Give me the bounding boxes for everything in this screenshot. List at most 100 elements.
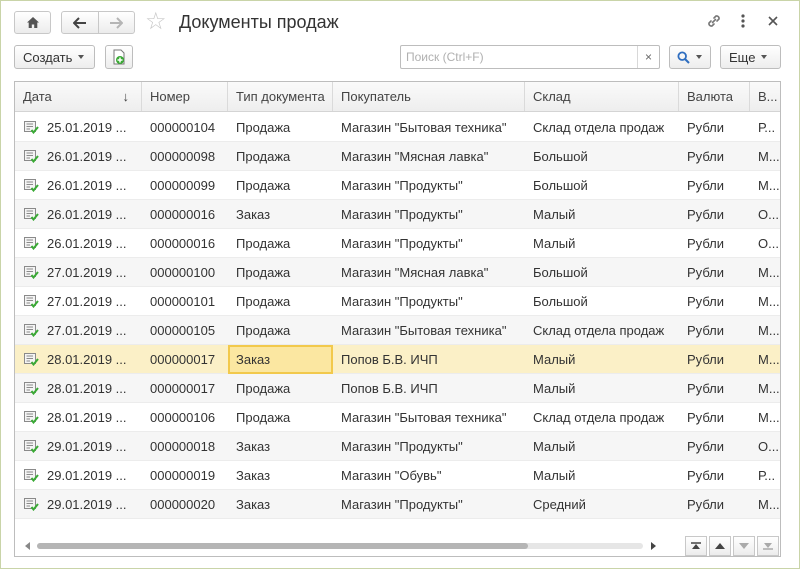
column-header-type[interactable]: Тип документа bbox=[228, 82, 333, 111]
column-header-number[interactable]: Номер bbox=[142, 82, 228, 111]
cell-currency[interactable]: Рубли bbox=[679, 403, 750, 432]
cell-type[interactable]: Заказ bbox=[228, 200, 333, 229]
cell-type[interactable]: Продажа bbox=[228, 403, 333, 432]
cell-extra[interactable]: М... bbox=[750, 345, 780, 374]
cell-type[interactable]: Продажа bbox=[228, 171, 333, 200]
cell-buyer[interactable]: Магазин "Продукты" bbox=[333, 490, 525, 519]
cell-number[interactable]: 000000104 bbox=[142, 113, 228, 142]
cell-currency[interactable]: Рубли bbox=[679, 461, 750, 490]
cell-warehouse[interactable]: Большой bbox=[525, 287, 679, 316]
cell-warehouse[interactable]: Склад отдела продаж bbox=[525, 113, 679, 142]
cell-number[interactable]: 000000019 bbox=[142, 461, 228, 490]
cell-buyer[interactable]: Попов Б.В. ИЧП bbox=[333, 345, 525, 374]
cell-type[interactable]: Заказ bbox=[228, 490, 333, 519]
cell-buyer[interactable]: Магазин "Бытовая техника" bbox=[333, 316, 525, 345]
table-row[interactable]: 28.01.2019 ... 000000017 Продажа Попов Б.В.… bbox=[15, 374, 780, 403]
cell-extra[interactable]: М... bbox=[750, 258, 780, 287]
cell-buyer[interactable]: Магазин "Продукты" bbox=[333, 171, 525, 200]
cell-number[interactable]: 000000020 bbox=[142, 490, 228, 519]
cell-type[interactable]: Продажа bbox=[228, 142, 333, 171]
cell-type[interactable]: Продажа bbox=[228, 287, 333, 316]
cell-warehouse[interactable]: Большой bbox=[525, 258, 679, 287]
column-header-extra[interactable]: В... bbox=[750, 82, 780, 111]
cell-number[interactable]: 000000017 bbox=[142, 374, 228, 403]
cell-warehouse[interactable]: Малый bbox=[525, 432, 679, 461]
cell-warehouse[interactable]: Средний bbox=[525, 490, 679, 519]
cell-date[interactable]: 29.01.2019 ... bbox=[39, 461, 142, 490]
cell-number[interactable]: 000000016 bbox=[142, 200, 228, 229]
cell-number[interactable]: 000000017 bbox=[142, 345, 228, 374]
cell-buyer[interactable]: Магазин "Мясная лавка" bbox=[333, 142, 525, 171]
cell-number[interactable]: 000000100 bbox=[142, 258, 228, 287]
scroll-to-bottom-button[interactable] bbox=[757, 536, 779, 556]
cell-number[interactable]: 000000099 bbox=[142, 171, 228, 200]
table-row[interactable]: 27.01.2019 ... 000000105 Продажа Магазин "Б… bbox=[15, 316, 780, 345]
cell-extra[interactable]: О... bbox=[750, 200, 780, 229]
cell-buyer[interactable]: Магазин "Продукты" bbox=[333, 229, 525, 258]
cell-type[interactable]: Продажа bbox=[228, 113, 333, 142]
table-row[interactable]: 26.01.2019 ... 000000016 Заказ Магазин "Про… bbox=[15, 200, 780, 229]
cell-extra[interactable]: М... bbox=[750, 403, 780, 432]
table-row[interactable]: 26.01.2019 ... 000000016 Продажа Магазин "П… bbox=[15, 229, 780, 258]
cell-currency[interactable]: Рубли bbox=[679, 171, 750, 200]
cell-extra[interactable]: О... bbox=[750, 229, 780, 258]
create-button[interactable]: Создать bbox=[14, 45, 95, 69]
scroll-left-icon[interactable] bbox=[25, 542, 30, 550]
scrollbar-track[interactable] bbox=[37, 543, 643, 549]
cell-date[interactable]: 28.01.2019 ... bbox=[39, 374, 142, 403]
cell-buyer[interactable]: Магазин "Бытовая техника" bbox=[333, 403, 525, 432]
cell-date[interactable]: 26.01.2019 ... bbox=[39, 142, 142, 171]
cell-currency[interactable]: Рубли bbox=[679, 316, 750, 345]
cell-warehouse[interactable]: Склад отдела продаж bbox=[525, 403, 679, 432]
cell-warehouse[interactable]: Малый bbox=[525, 374, 679, 403]
cell-currency[interactable]: Рубли bbox=[679, 432, 750, 461]
table-row[interactable]: 29.01.2019 ... 000000020 Заказ Магазин "Про… bbox=[15, 490, 780, 519]
cell-extra[interactable]: М... bbox=[750, 287, 780, 316]
home-button[interactable] bbox=[14, 11, 51, 34]
cell-date[interactable]: 29.01.2019 ... bbox=[39, 490, 142, 519]
table-row[interactable]: 25.01.2019 ... 000000104 Продажа Магазин "Б… bbox=[15, 113, 780, 142]
cell-currency[interactable]: Рубли bbox=[679, 142, 750, 171]
cell-warehouse[interactable]: Малый bbox=[525, 229, 679, 258]
clear-search-button[interactable]: × bbox=[637, 46, 659, 68]
scrollbar-thumb[interactable] bbox=[37, 543, 528, 549]
horizontal-scrollbar[interactable] bbox=[15, 535, 695, 556]
cell-currency[interactable]: Рубли bbox=[679, 287, 750, 316]
table-row[interactable]: 26.01.2019 ... 000000098 Продажа Магазин "М… bbox=[15, 142, 780, 171]
cell-warehouse[interactable]: Малый bbox=[525, 461, 679, 490]
cell-type[interactable]: Продажа bbox=[228, 316, 333, 345]
cell-date[interactable]: 27.01.2019 ... bbox=[39, 258, 142, 287]
page-up-button[interactable] bbox=[709, 536, 731, 556]
table-row[interactable]: 29.01.2019 ... 000000018 Заказ Магазин "Про… bbox=[15, 432, 780, 461]
cell-warehouse[interactable]: Малый bbox=[525, 345, 679, 374]
link-button[interactable] bbox=[704, 11, 724, 31]
more-button[interactable]: Еще bbox=[720, 45, 781, 69]
cell-type[interactable]: Продажа bbox=[228, 374, 333, 403]
table-row[interactable]: 29.01.2019 ... 000000019 Заказ Магазин "Обу… bbox=[15, 461, 780, 490]
cell-buyer[interactable]: Магазин "Продукты" bbox=[333, 200, 525, 229]
cell-date[interactable]: 28.01.2019 ... bbox=[39, 345, 142, 374]
cell-number[interactable]: 000000016 bbox=[142, 229, 228, 258]
column-header-buyer[interactable]: Покупатель bbox=[333, 82, 525, 111]
cell-type[interactable]: Заказ bbox=[228, 432, 333, 461]
search-input[interactable] bbox=[404, 48, 634, 66]
page-down-button[interactable] bbox=[733, 536, 755, 556]
cell-type[interactable]: Продажа bbox=[228, 258, 333, 287]
cell-warehouse[interactable]: Склад отдела продаж bbox=[525, 316, 679, 345]
cell-date[interactable]: 26.01.2019 ... bbox=[39, 229, 142, 258]
cell-extra[interactable]: М... bbox=[750, 142, 780, 171]
cell-warehouse[interactable]: Большой bbox=[525, 171, 679, 200]
cell-currency[interactable]: Рубли bbox=[679, 490, 750, 519]
table-row[interactable]: 27.01.2019 ... 000000100 Продажа Магазин "М… bbox=[15, 258, 780, 287]
cell-date[interactable]: 26.01.2019 ... bbox=[39, 200, 142, 229]
cell-extra[interactable]: Р... bbox=[750, 461, 780, 490]
cell-extra[interactable]: Р... bbox=[750, 113, 780, 142]
create-based-on-button[interactable] bbox=[105, 45, 133, 69]
cell-extra[interactable]: О... bbox=[750, 432, 780, 461]
cell-extra[interactable]: М... bbox=[750, 374, 780, 403]
scroll-to-top-button[interactable] bbox=[685, 536, 707, 556]
close-button[interactable] bbox=[763, 11, 783, 31]
cell-date[interactable]: 26.01.2019 ... bbox=[39, 171, 142, 200]
cell-warehouse[interactable]: Большой bbox=[525, 142, 679, 171]
table-row[interactable]: 28.01.2019 ... 000000106 Продажа Магазин "Б… bbox=[15, 403, 780, 432]
